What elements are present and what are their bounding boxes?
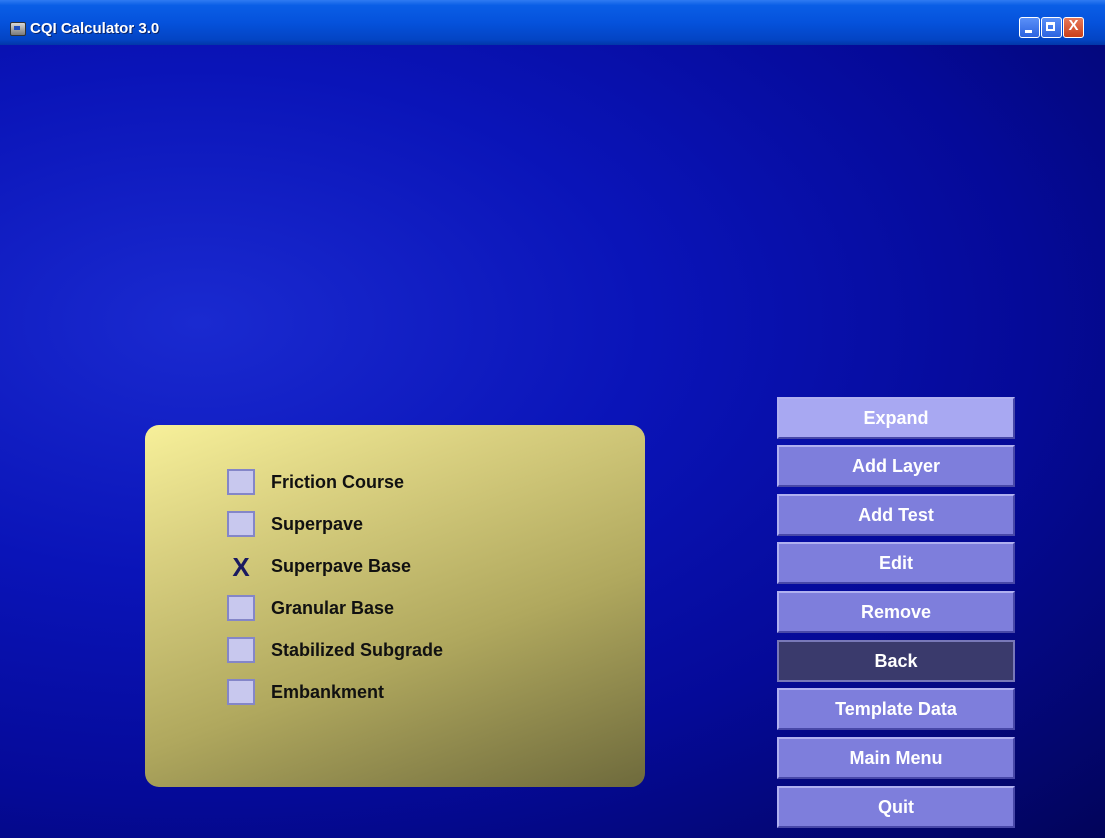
- app-window: CQI Calculator 3.0 X Friction Course Sup…: [0, 0, 1105, 838]
- add-test-button[interactable]: Add Test: [777, 494, 1015, 536]
- window-title: CQI Calculator 3.0: [30, 20, 160, 37]
- layer-checkbox[interactable]: [227, 595, 255, 621]
- layer-label: Superpave Base: [271, 555, 412, 576]
- layer-item-superpave[interactable]: Superpave: [227, 509, 363, 539]
- app-icon[interactable]: [10, 22, 26, 36]
- close-icon: X: [1068, 17, 1079, 34]
- edit-button[interactable]: Edit: [777, 542, 1015, 584]
- layer-label: Embankment: [271, 681, 385, 702]
- template-data-button[interactable]: Template Data: [777, 688, 1015, 730]
- minimize-button[interactable]: [1019, 17, 1040, 38]
- layer-item-friction-course[interactable]: Friction Course: [227, 467, 404, 497]
- layer-item-stabilized-subgrade[interactable]: Stabilized Subgrade: [227, 635, 443, 665]
- layer-label: Superpave: [271, 513, 364, 534]
- layer-checkbox-checked[interactable]: X: [227, 552, 255, 582]
- layer-label: Friction Course: [271, 471, 405, 492]
- layer-panel: Friction Course Superpave X Superpave Ba…: [145, 425, 645, 787]
- layer-checkbox[interactable]: [227, 511, 255, 537]
- add-layer-button[interactable]: Add Layer: [777, 445, 1015, 487]
- layer-checkbox[interactable]: [227, 469, 255, 495]
- layer-item-granular-base[interactable]: Granular Base: [227, 593, 394, 623]
- layer-checkbox[interactable]: [227, 637, 255, 663]
- main-menu-button[interactable]: Main Menu: [777, 737, 1015, 779]
- close-button[interactable]: X: [1063, 17, 1084, 38]
- main-content: Friction Course Superpave X Superpave Ba…: [0, 45, 1105, 838]
- title-bar[interactable]: CQI Calculator 3.0 X: [0, 0, 1105, 45]
- layer-label: Stabilized Subgrade: [271, 639, 444, 660]
- layer-checkbox[interactable]: [227, 679, 255, 705]
- back-button[interactable]: Back: [777, 640, 1015, 682]
- maximize-button[interactable]: [1041, 17, 1062, 38]
- expand-button[interactable]: Expand: [777, 397, 1015, 439]
- layer-item-embankment[interactable]: Embankment: [227, 677, 384, 707]
- quit-button[interactable]: Quit: [777, 786, 1015, 828]
- check-x-icon: X: [232, 552, 250, 582]
- remove-button[interactable]: Remove: [777, 591, 1015, 633]
- layer-label: Granular Base: [271, 597, 395, 618]
- layer-item-superpave-base[interactable]: X Superpave Base: [227, 551, 412, 582]
